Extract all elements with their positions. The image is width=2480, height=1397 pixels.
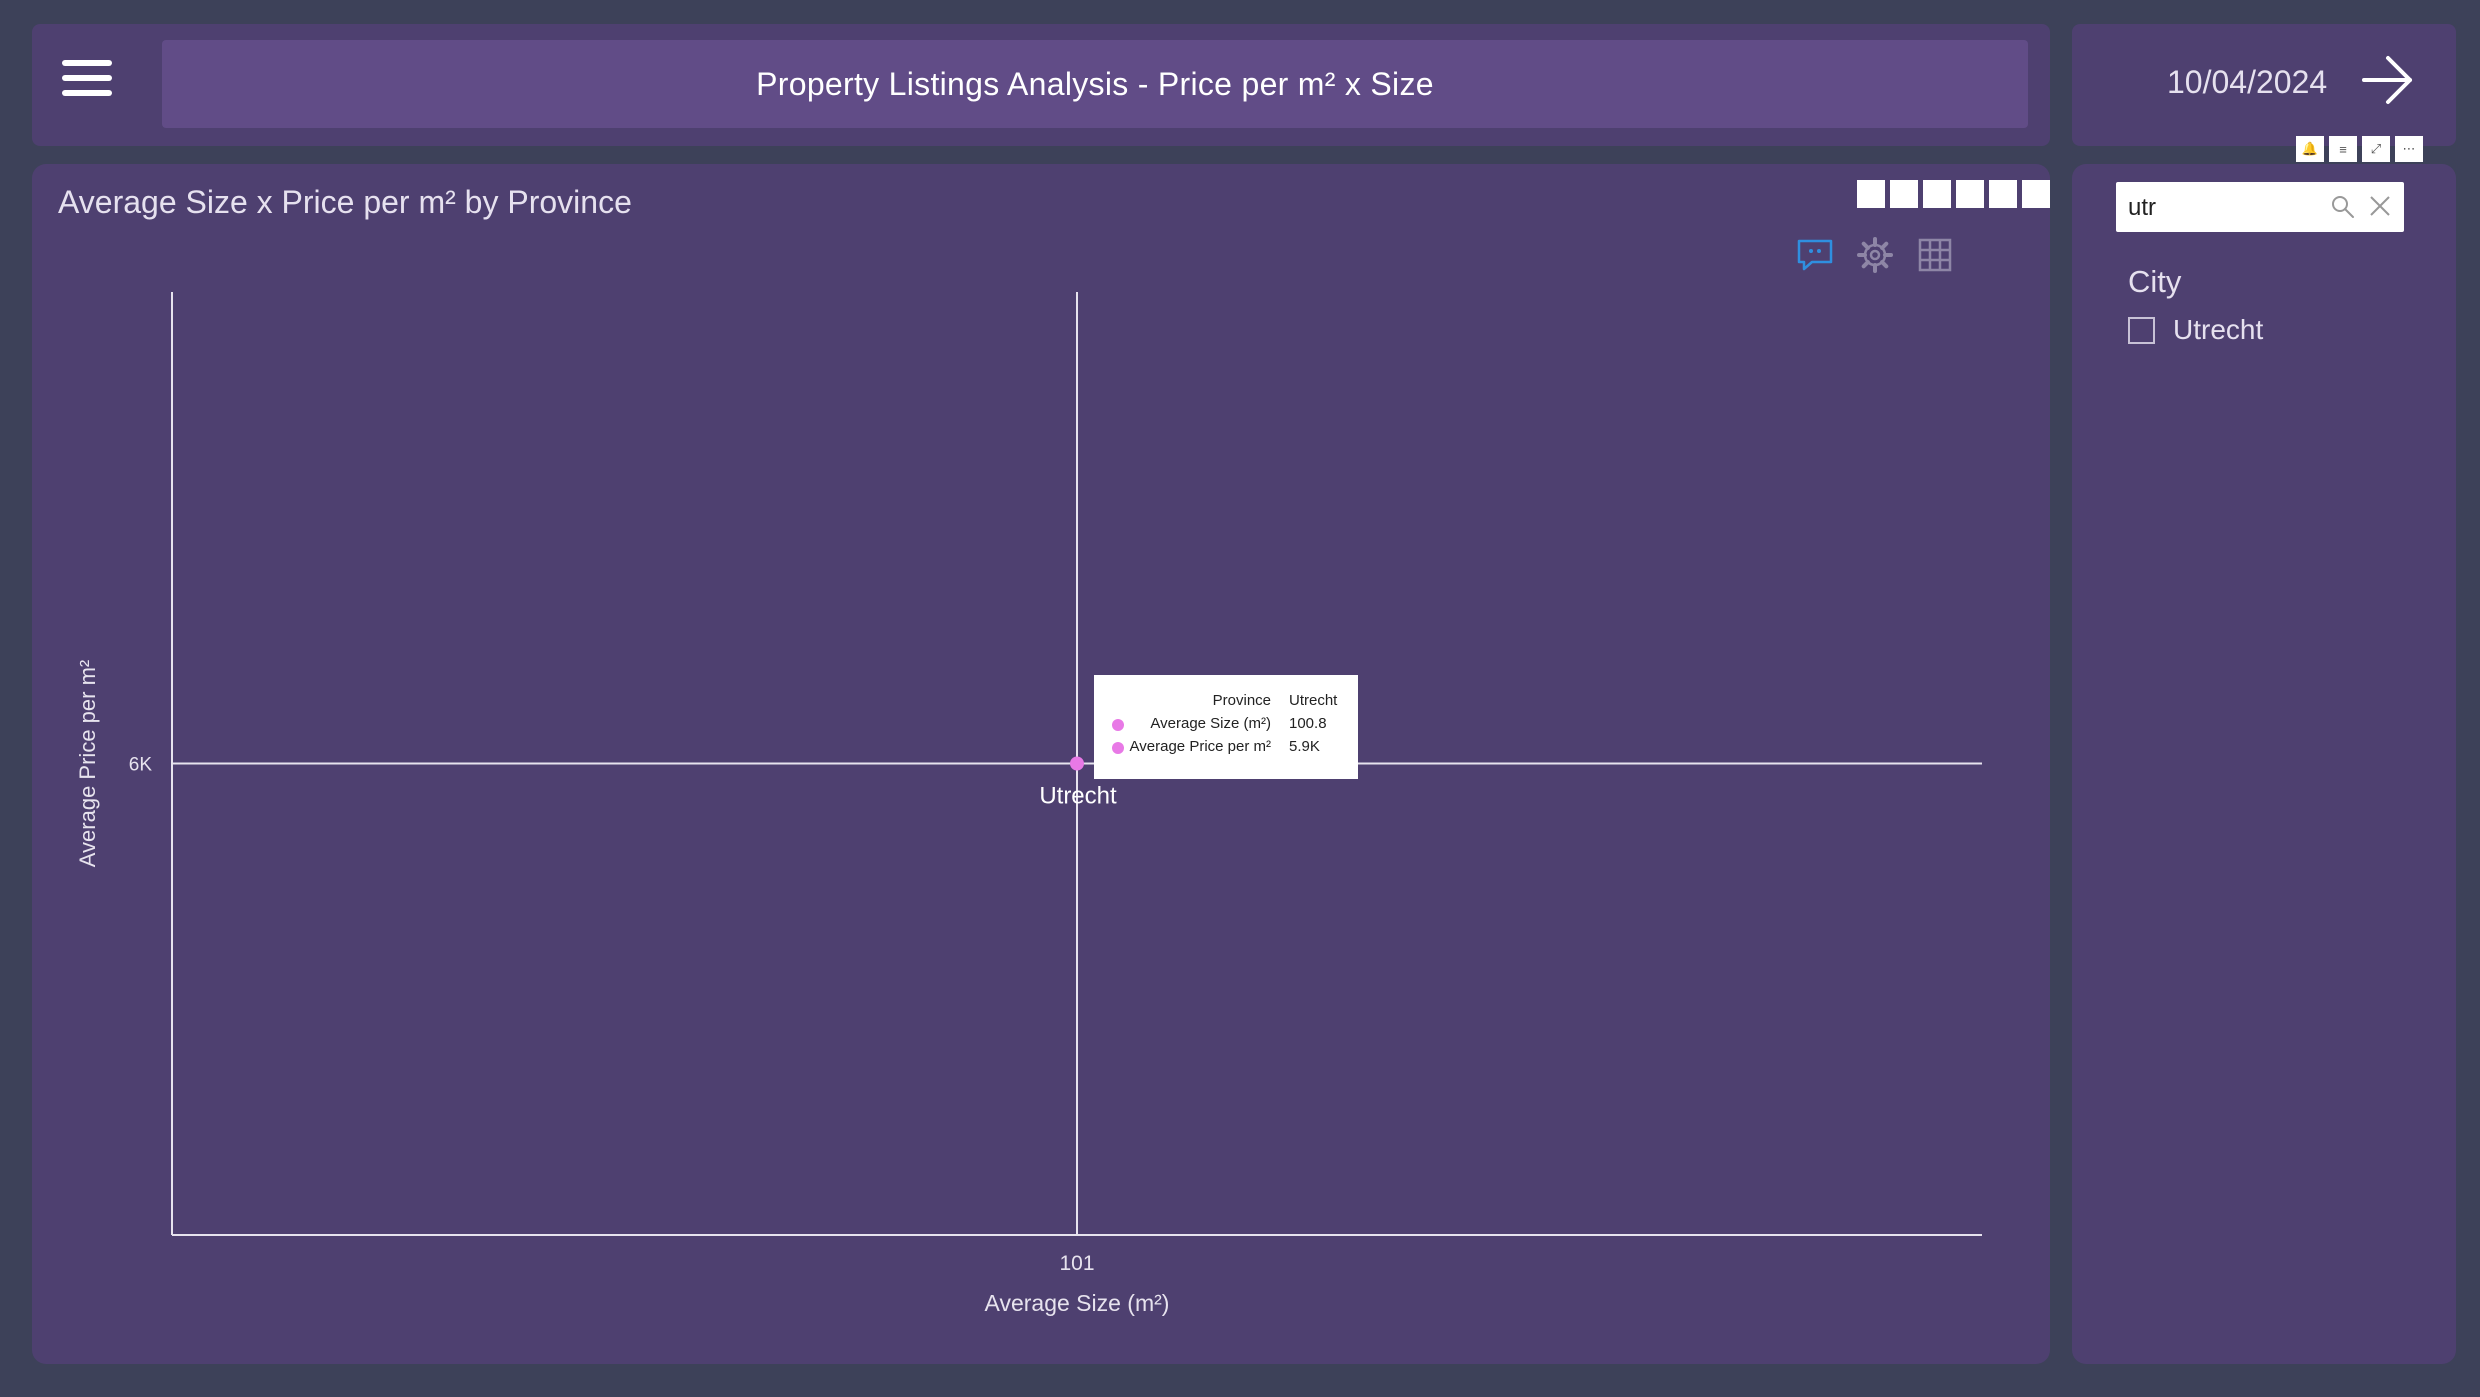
close-icon[interactable] xyxy=(2368,194,2392,218)
filter-icon[interactable]: ≡ xyxy=(2329,136,2357,162)
hamburger-menu-icon[interactable] xyxy=(62,60,112,102)
checkbox[interactable] xyxy=(2128,316,2155,344)
data-point-tooltip: Province Utrecht Average Size (m²) 100.8… xyxy=(1094,675,1358,779)
tooltip-value: 5.9K xyxy=(1289,738,1320,755)
tooltip-key: Province xyxy=(1212,692,1271,709)
tooltip-key: Average Size (m²) xyxy=(1150,715,1271,732)
arrow-right-icon[interactable] xyxy=(2360,54,2416,106)
slicer-search-input[interactable] xyxy=(2126,190,2320,226)
slicer-item-utrecht[interactable]: Utrecht xyxy=(2128,314,2263,346)
slicer-heading: City xyxy=(2128,264,2182,299)
swatch xyxy=(2022,180,2050,208)
focus-mode-icon[interactable]: ⤢ xyxy=(2362,136,2390,162)
tooltip-legend-dot xyxy=(1112,742,1124,754)
x-axis-title: Average Size (m²) xyxy=(985,1290,1170,1316)
data-point xyxy=(1070,756,1084,771)
more-options-icon[interactable]: ⋯ xyxy=(2395,136,2423,162)
tooltip-legend-dot xyxy=(1112,719,1124,731)
search-icon[interactable] xyxy=(2330,194,2356,220)
comment-icon[interactable] xyxy=(1796,236,1834,274)
data-point-label: Utrecht xyxy=(1039,783,1117,810)
table-grid-icon[interactable] xyxy=(1916,236,1954,274)
bell-icon[interactable]: 🔔 xyxy=(2296,136,2324,162)
visual-toolbar xyxy=(1796,236,1954,274)
scatter-chart-visual[interactable]: Utrecht 101 6K Average Size (m²) Average Pri… xyxy=(32,164,2050,1364)
chart-title: Average Size x Price per m² by Province xyxy=(58,184,632,220)
y-axis-title: Average Price per m² xyxy=(75,660,100,867)
date-panel: 10/04/2024 xyxy=(2072,24,2456,146)
page-title-bar: Property Listings Analysis - Price per m… xyxy=(162,40,2028,128)
swatch xyxy=(1857,180,1885,208)
visual-header-buttons: 🔔 ≡ ⤢ ⋯ xyxy=(2296,136,2423,162)
y-tick-label: 6K xyxy=(129,755,153,776)
settings-gear-icon[interactable] xyxy=(1856,236,1894,274)
slicer-search-box[interactable] xyxy=(2116,182,2404,232)
tooltip-row-size: Average Size (m²) 100.8 xyxy=(1094,715,1358,737)
tooltip-row-province: Province Utrecht xyxy=(1094,692,1358,714)
tooltip-key: Average Price per m² xyxy=(1129,738,1271,755)
swatch xyxy=(1890,180,1918,208)
color-swatch-strip xyxy=(1857,180,2050,208)
scatter-chart: Utrecht 101 6K Average Size (m²) Average Pri… xyxy=(75,292,1982,1316)
tooltip-value: 100.8 xyxy=(1289,715,1327,732)
page-title: Property Listings Analysis - Price per m… xyxy=(756,65,1434,102)
slicer-item-label: Utrecht xyxy=(2173,314,2264,345)
swatch xyxy=(1923,180,1951,208)
swatch xyxy=(1989,180,2017,208)
tooltip-value: Utrecht xyxy=(1289,692,1338,709)
date-label: 10/04/2024 xyxy=(2167,64,2328,100)
tooltip-row-price: Average Price per m² 5.9K xyxy=(1094,738,1358,760)
city-slicer-panel: City Utrecht xyxy=(2072,164,2456,1364)
header-panel: Property Listings Analysis - Price per m… xyxy=(32,24,2050,146)
swatch xyxy=(1956,180,1984,208)
x-tick-label: 101 xyxy=(1059,1252,1094,1275)
